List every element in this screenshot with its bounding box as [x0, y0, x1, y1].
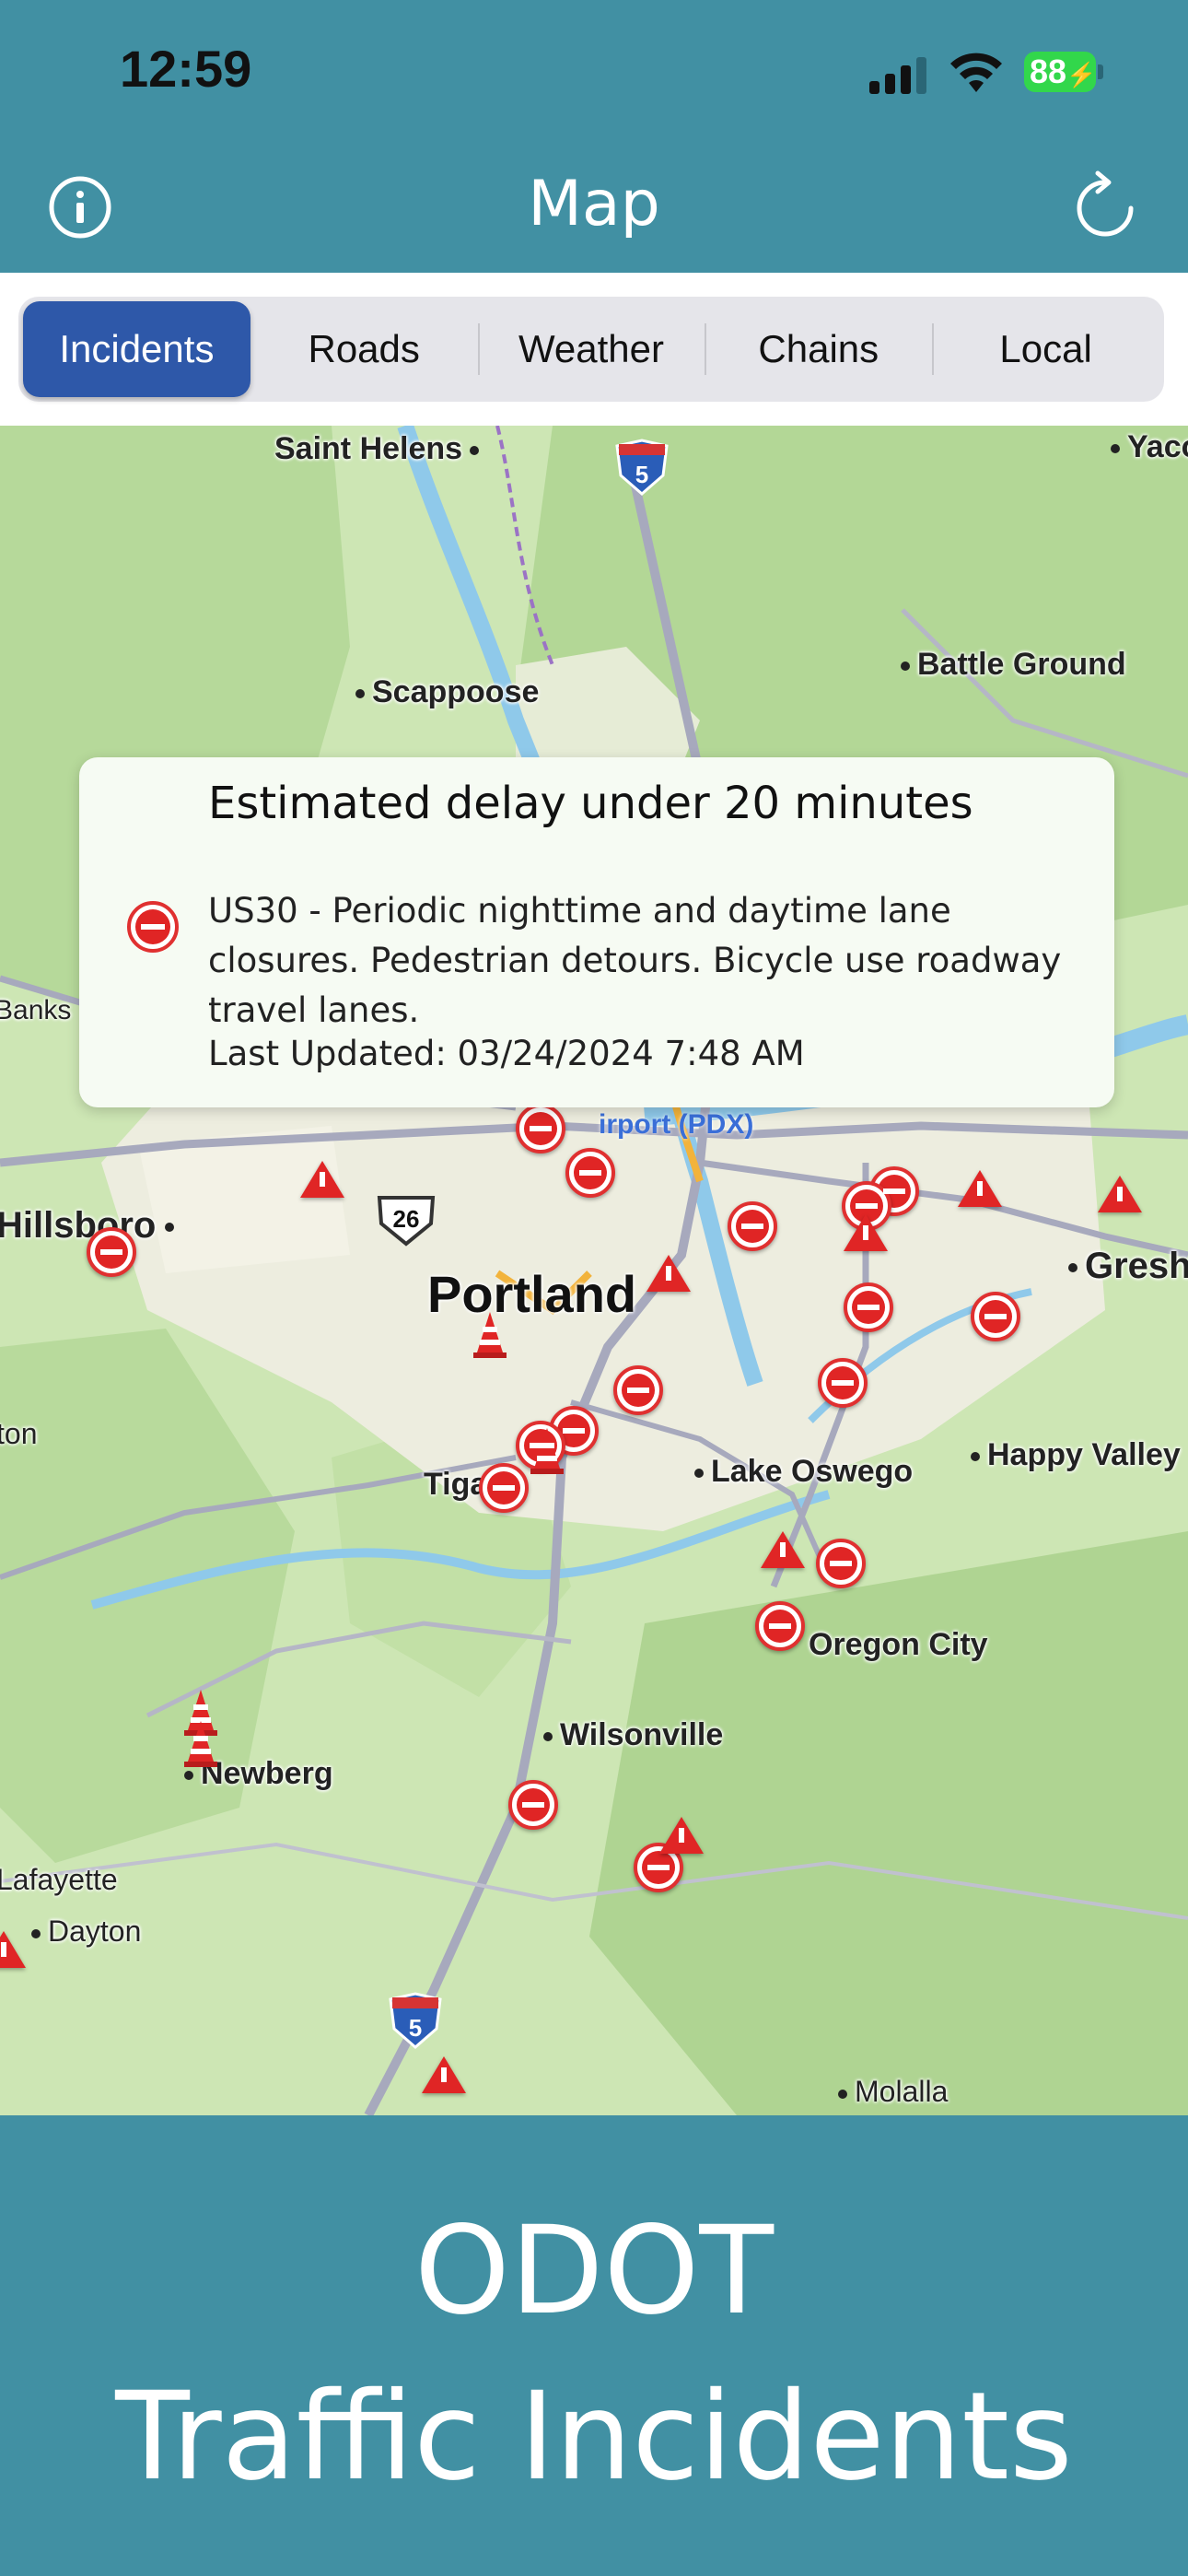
- place-happy-valley: Happy Valley: [971, 1437, 1181, 1473]
- tab-incidents[interactable]: Incidents: [23, 301, 250, 397]
- closure-marker[interactable]: [844, 1282, 893, 1332]
- tab-bar-container: Incidents Roads Weather Chains Local: [0, 273, 1188, 426]
- battery-indicator: 88⚡: [1024, 52, 1096, 92]
- battery-level: 88: [1030, 53, 1067, 90]
- warning-marker[interactable]: [844, 1214, 888, 1251]
- interstate-5-shield: 5: [615, 439, 669, 496]
- closure-marker[interactable]: [516, 1104, 565, 1153]
- refresh-icon[interactable]: [1070, 170, 1140, 243]
- place-yacolt: Yaco: [1111, 429, 1188, 465]
- place-tigard: Tiga: [424, 1467, 488, 1502]
- cellular-signal-icon: [869, 55, 928, 94]
- place-saint-helens: Saint Helens: [274, 431, 486, 467]
- construction-cone-icon[interactable]: [530, 1426, 564, 1474]
- battery-nub: [1098, 64, 1103, 79]
- place-molalla: Molalla: [838, 2075, 948, 2109]
- closure-marker[interactable]: [816, 1539, 866, 1588]
- closure-marker[interactable]: [971, 1292, 1020, 1341]
- callout-last-updated: Last Updated: 03/24/2024 7:48 AM: [208, 1034, 805, 1073]
- banner-title: ODOT: [413, 2200, 775, 2342]
- interstate-5-shield-south: 5: [389, 1992, 442, 2049]
- map-view[interactable]: 5 26 5 Saint Helens Scappoose Battle Gro…: [0, 426, 1188, 2115]
- tab-local[interactable]: Local: [932, 301, 1159, 397]
- closure-marker[interactable]: [508, 1780, 558, 1830]
- status-time: 12:59: [120, 40, 252, 98]
- incident-callout[interactable]: Estimated delay under 20 minutes US30 - …: [79, 757, 1114, 1107]
- wifi-icon: [950, 53, 1002, 92]
- place-lake-oswego: Lake Oswego: [694, 1454, 913, 1490]
- page-title: Map: [528, 168, 660, 240]
- construction-cone-icon[interactable]: [184, 1719, 217, 1767]
- place-wilsonville: Wilsonville: [543, 1717, 723, 1753]
- place-forest-grove: ton: [0, 1417, 38, 1450]
- interstate-5-south-number: 5: [409, 2014, 422, 2042]
- warning-marker[interactable]: [0, 1931, 26, 1968]
- road-closed-icon: [127, 901, 179, 953]
- place-battle-ground: Battle Ground: [901, 647, 1126, 683]
- us-26-shield: 26: [377, 1196, 436, 1247]
- warning-marker[interactable]: [1098, 1176, 1142, 1212]
- closure-marker[interactable]: [479, 1463, 529, 1513]
- place-lafayette: Lafayette: [0, 1863, 118, 1896]
- closure-marker[interactable]: [613, 1365, 663, 1415]
- place-oregon-city: Oregon City: [809, 1627, 988, 1662]
- promo-banner: ODOT Traffic Incidents: [0, 2115, 1188, 2576]
- place-banks: Banks: [0, 995, 72, 1025]
- place-portland: Portland: [427, 1265, 637, 1323]
- segmented-control: Incidents Roads Weather Chains Local: [18, 297, 1164, 402]
- status-bar: 12:59 88⚡: [0, 0, 1188, 147]
- warning-marker[interactable]: [300, 1161, 344, 1198]
- tab-weather[interactable]: Weather: [477, 301, 705, 397]
- tab-chains[interactable]: Chains: [705, 301, 932, 397]
- us-26-number: 26: [393, 1205, 420, 1233]
- place-airport: irport (PDX): [599, 1109, 754, 1140]
- closure-marker[interactable]: [755, 1601, 805, 1651]
- closure-marker[interactable]: [565, 1148, 615, 1198]
- banner-subtitle: Traffic Incidents: [115, 2366, 1073, 2508]
- closure-marker[interactable]: [818, 1358, 868, 1408]
- construction-cone-icon[interactable]: [473, 1310, 507, 1358]
- place-scappoose: Scappoose: [355, 674, 539, 710]
- interstate-5-number: 5: [635, 461, 648, 488]
- callout-description: US30 - Periodic nighttime and daytime la…: [208, 891, 1062, 1030]
- closure-marker[interactable]: [728, 1201, 777, 1251]
- tab-roads[interactable]: Roads: [250, 301, 478, 397]
- nav-bar: Map: [0, 147, 1188, 273]
- warning-marker[interactable]: [761, 1531, 805, 1568]
- warning-marker[interactable]: [422, 2056, 466, 2093]
- warning-marker[interactable]: [958, 1170, 1002, 1207]
- place-dayton: Dayton: [31, 1914, 141, 1949]
- place-gresham: Gresh: [1068, 1246, 1188, 1287]
- warning-marker[interactable]: [659, 1817, 704, 1854]
- callout-title: Estimated delay under 20 minutes: [208, 778, 973, 829]
- warning-marker[interactable]: [646, 1255, 691, 1292]
- closure-marker[interactable]: [87, 1227, 136, 1277]
